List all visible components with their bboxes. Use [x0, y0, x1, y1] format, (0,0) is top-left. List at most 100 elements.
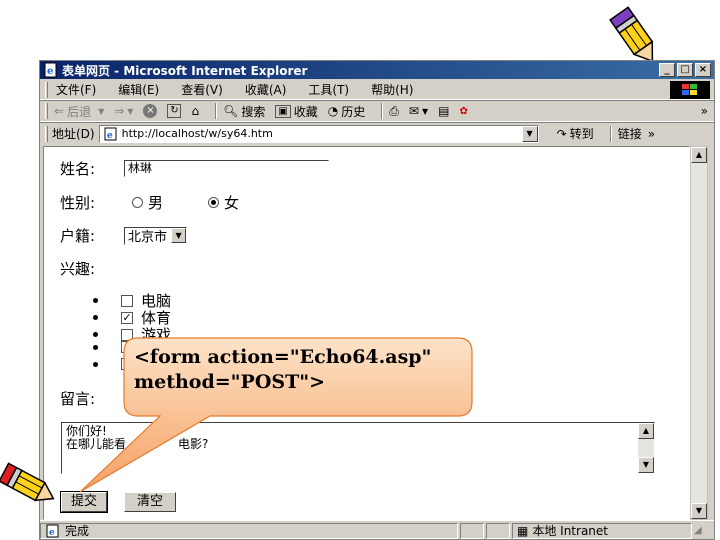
interest-games-label: 游戏: [141, 326, 172, 344]
name-input[interactable]: 林琳: [124, 160, 329, 177]
pencil-clipart-icon: [609, 6, 654, 63]
edit-button[interactable]: ▤: [438, 104, 449, 118]
submit-button[interactable]: 提交: [60, 491, 108, 513]
address-grip: [45, 125, 48, 142]
reset-button[interactable]: 清空: [124, 492, 176, 512]
address-dropdown-icon[interactable]: ▼: [521, 125, 538, 142]
callout-text: <form action="Echo64.asp" method="POST">: [134, 345, 454, 395]
home-button[interactable]: ⌂: [191, 104, 199, 118]
home-icon: ⌂: [191, 104, 200, 118]
back-arrow-icon: ⇐: [54, 104, 65, 118]
intranet-zone-icon: ▦: [517, 523, 529, 538]
interest-games-checkbox[interactable]: [121, 328, 133, 341]
interest-checkbox-4[interactable]: [121, 341, 133, 353]
status-cell-2: [460, 522, 484, 539]
print-button[interactable]: ⎙: [389, 104, 399, 119]
search-button[interactable]: 🔍︎ 搜索: [223, 103, 265, 120]
refresh-icon: ↻: [167, 104, 182, 118]
message-textarea[interactable]: 你们好! 在哪儿能看 电影? ▲ ▼: [61, 422, 655, 474]
menu-favorites[interactable]: 收藏(A): [245, 81, 287, 98]
address-input[interactable]: e http://localhost/w/sy64.htm ▼: [98, 124, 539, 143]
menu-edit[interactable]: 编辑(E): [118, 81, 159, 98]
address-bar: 地址(D) e http://localhost/w/sy64.htm ▼ ↷ …: [40, 122, 714, 144]
mail-icon: ✉: [408, 104, 419, 118]
menu-help[interactable]: 帮助(H): [371, 81, 413, 98]
back-button[interactable]: ⇐ 后退 ▼: [54, 103, 104, 120]
message-line-2: 在哪儿能看 电影?: [66, 438, 650, 451]
status-cell-3: [486, 522, 510, 539]
gender-male-radio[interactable]: [132, 197, 143, 208]
list-bullet: [93, 298, 98, 303]
messenger-button[interactable]: ✿: [459, 106, 467, 117]
forward-dropdown-icon: ▼: [127, 106, 134, 116]
maximize-button[interactable]: □: [677, 63, 693, 77]
menu-bar: 文件(F) 编辑(E) 查看(V) 收藏(A) 工具(T) 帮助(H): [40, 80, 714, 100]
textarea-scroll-down-icon[interactable]: ▼: [638, 457, 654, 473]
menu-tools[interactable]: 工具(T): [308, 81, 349, 98]
links-label[interactable]: 链接: [618, 125, 642, 142]
status-main: e 完成: [40, 522, 458, 539]
messenger-icon: ✿: [459, 105, 468, 117]
scroll-down-icon[interactable]: ▼: [691, 503, 707, 519]
interest-sports-checkbox[interactable]: ✓: [121, 311, 133, 324]
ie-window: e 表单网页 - Microsoft Internet Explorer _ □…: [39, 60, 715, 540]
gender-row: 性别: 男 女: [60, 192, 239, 213]
go-button[interactable]: ↷ 转到: [557, 125, 594, 142]
menu-file[interactable]: 文件(F): [56, 81, 96, 98]
resize-grip-icon[interactable]: ◢: [694, 525, 702, 536]
menu-view[interactable]: 查看(V): [181, 81, 223, 98]
toolbar-chevron[interactable]: »: [701, 104, 708, 118]
toolbar-separator-2: [381, 103, 384, 119]
page-icon: e: [104, 127, 117, 141]
interest-computer-checkbox[interactable]: [121, 294, 133, 307]
select-dropdown-icon[interactable]: ▼: [171, 228, 187, 243]
back-label: 后退: [67, 104, 92, 119]
mail-button[interactable]: ✉ ▼: [409, 104, 428, 118]
list-bullet: [93, 315, 98, 320]
close-button[interactable]: ×: [695, 63, 711, 77]
svg-text:e: e: [107, 131, 113, 141]
message-line-2a: 在哪儿能看: [66, 437, 127, 451]
message-row: 留言:: [60, 388, 95, 409]
stop-button[interactable]: ×: [143, 104, 158, 118]
origin-label: 户籍:: [60, 227, 96, 245]
status-page-icon: e: [46, 524, 59, 538]
menu-grip: [45, 81, 48, 98]
windows-logo-icon: [670, 81, 710, 99]
refresh-button[interactable]: ↻: [167, 104, 182, 118]
title-bar[interactable]: e 表单网页 - Microsoft Internet Explorer _ □…: [40, 61, 714, 79]
print-icon: ⎙: [389, 103, 399, 118]
gender-male-label: 男: [148, 194, 164, 212]
search-icon: 🔍︎: [223, 104, 239, 118]
pencil-clipart-icon: [0, 462, 55, 502]
scroll-up-icon[interactable]: ▲: [691, 147, 707, 163]
gender-female-radio[interactable]: [208, 197, 219, 208]
forward-arrow-icon: ⇒: [114, 104, 125, 118]
standard-toolbar: ⇐ 后退 ▼ ⇒ ▼ × ↻ ⌂ 🔍︎ 搜索 ▣ 收藏 ◔ 历史 ⎙ ✉ ▼ ▤…: [40, 100, 714, 122]
toolbar-separator: [215, 103, 218, 119]
svg-text:e: e: [49, 528, 55, 538]
zone-label: 本地 Intranet: [532, 524, 608, 538]
interest-checkbox-5[interactable]: [121, 358, 133, 370]
window-title: 表单网页 - Microsoft Internet Explorer: [62, 63, 308, 78]
origin-row: 户籍: 北京市 ▼: [60, 225, 188, 246]
textarea-scroll-up-icon[interactable]: ▲: [638, 423, 654, 439]
address-separator: [609, 125, 612, 142]
textarea-scrollbar[interactable]: ▲ ▼: [638, 423, 654, 473]
minimize-button[interactable]: _: [659, 63, 675, 77]
go-arrow-icon: ↷: [556, 126, 567, 141]
status-bar: e 完成 ▦ 本地 Intranet ◢: [40, 520, 714, 539]
go-label: 转到: [569, 127, 594, 141]
stop-icon: ×: [143, 104, 158, 118]
origin-select[interactable]: 北京市 ▼: [124, 226, 188, 245]
history-button[interactable]: ◔ 历史: [328, 103, 366, 120]
back-dropdown-icon: ▼: [98, 106, 105, 116]
address-url: http://localhost/w/sy64.htm: [121, 127, 273, 140]
favorites-button[interactable]: ▣ 收藏: [275, 103, 318, 120]
gender-label: 性别:: [60, 194, 96, 212]
ie-page-icon: e: [44, 62, 57, 78]
page-scrollbar[interactable]: ▲ ▼: [690, 146, 708, 520]
forward-button[interactable]: ⇒ ▼: [114, 104, 133, 118]
name-row: 姓名: 林琳: [60, 158, 329, 179]
links-chevron[interactable]: »: [648, 127, 655, 141]
